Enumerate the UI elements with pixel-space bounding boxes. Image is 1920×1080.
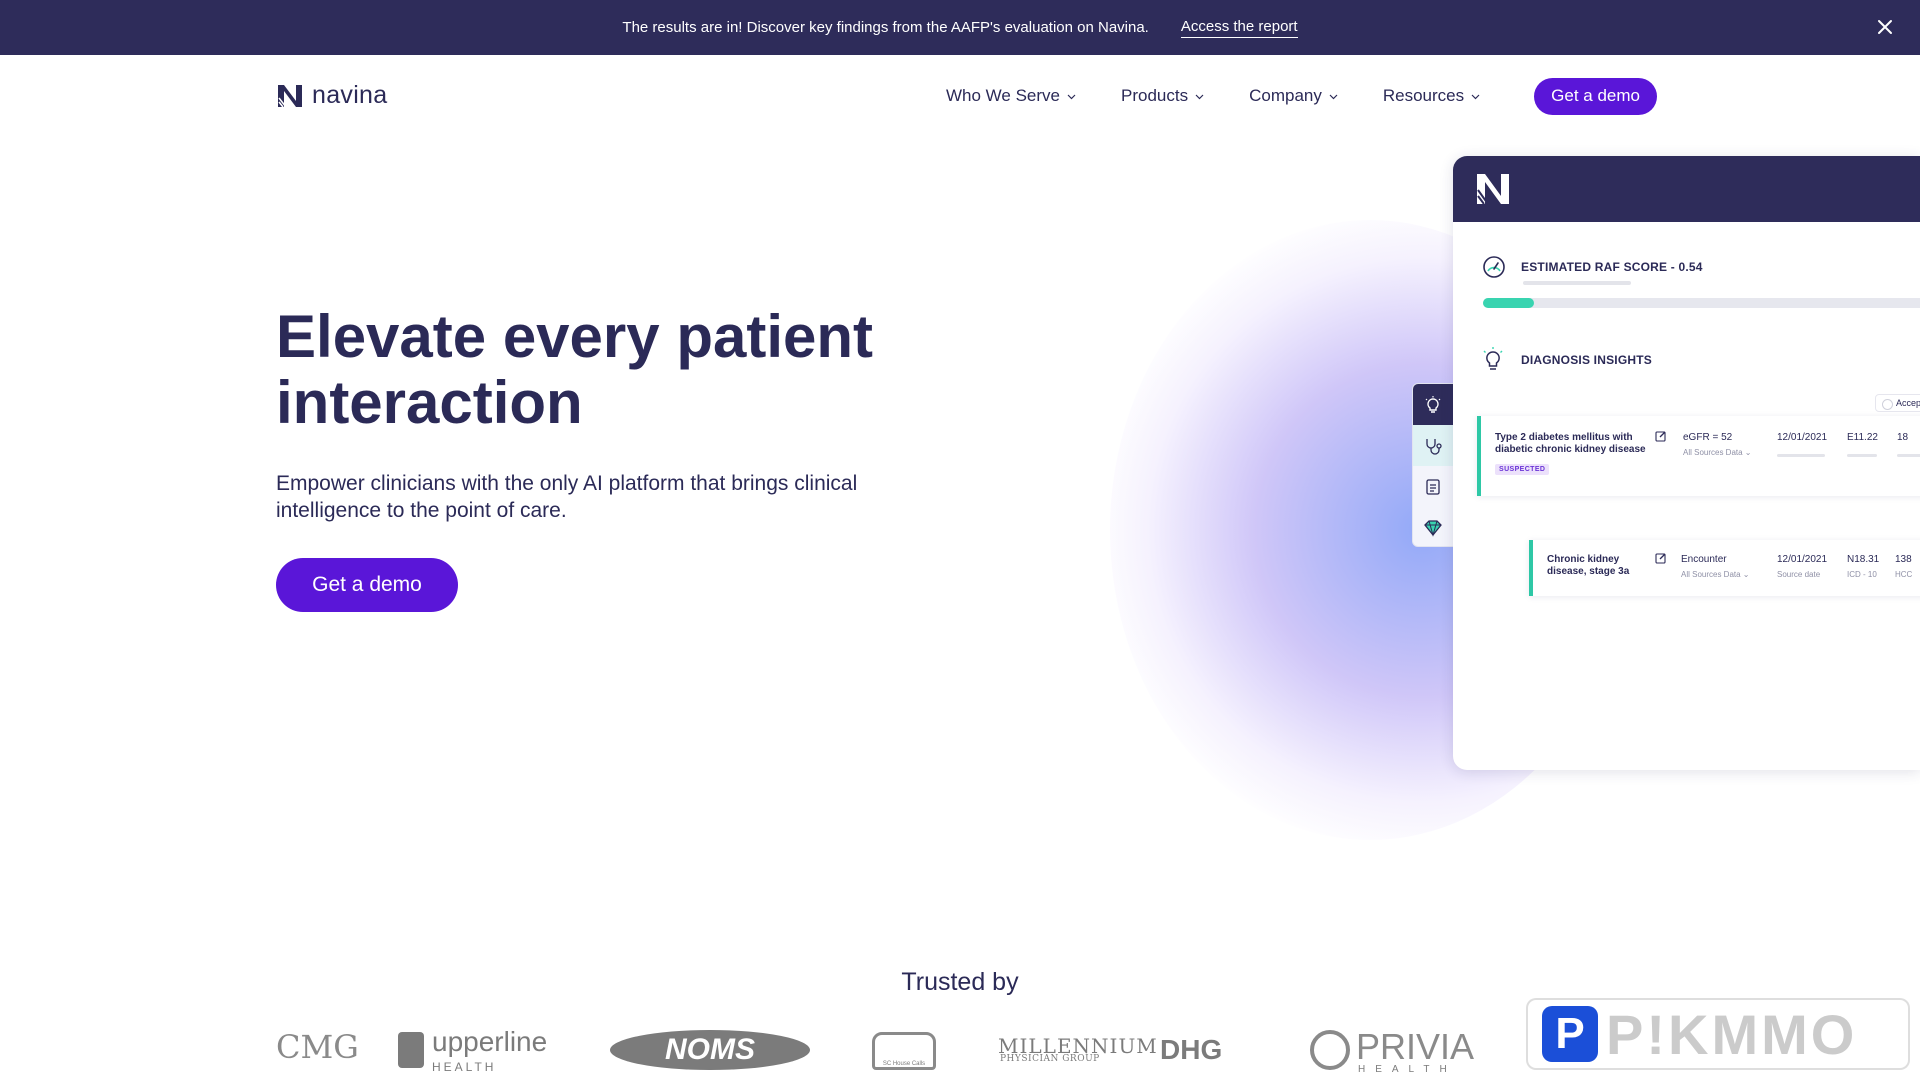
side-tab-insights[interactable] [1413, 384, 1453, 425]
diagnosis-row[interactable]: Chronic kidney disease, stage 3a Encount… [1529, 540, 1920, 596]
logo-dhg: DHG [1160, 1034, 1223, 1065]
raf-progress-fill [1483, 298, 1534, 308]
logo-privia-health: HEALTH [1358, 1064, 1457, 1075]
raf-score-label: ESTIMATED RAF SCORE - 0.54 [1521, 260, 1703, 274]
chevron-down-icon [1471, 94, 1480, 99]
accept-checkbox[interactable]: Accep [1875, 394, 1920, 412]
lightbulb-icon [1483, 347, 1503, 370]
lab-value: eGFR = 52 [1683, 432, 1733, 443]
logo-wordmark: navina [312, 81, 388, 109]
icd-code: N18.31 [1847, 554, 1880, 565]
raf-progress-track [1483, 298, 1920, 308]
edit-icon[interactable] [1655, 552, 1667, 564]
announcement-bar: The results are in! Discover key finding… [0, 0, 1920, 55]
get-demo-header-button[interactable]: Get a demo [1534, 77, 1657, 115]
diagnosis-insights-label: DIAGNOSIS INSIGHTS [1521, 353, 1652, 367]
icd-label: ICD - 10 [1847, 570, 1877, 579]
diagnosis-insights-section: DIAGNOSIS INSIGHTS [1481, 346, 1652, 374]
logo-millennium-sub: PHYSICIAN GROUP [1000, 1054, 1100, 1064]
chevron-down-icon [1067, 94, 1076, 99]
diagnosis-date: 12/01/2021 [1777, 432, 1828, 443]
document-icon [1426, 478, 1440, 495]
source-dropdown[interactable]: All Sources Data ⌄ [1683, 448, 1752, 457]
source-date-label: Source date [1777, 570, 1821, 579]
diagnosis-title: Chronic kidney disease, stage 3a [1547, 554, 1630, 577]
close-icon[interactable] [1874, 16, 1896, 38]
side-tab-quality[interactable] [1413, 507, 1453, 546]
nav-products[interactable]: Products [1121, 86, 1205, 106]
nav-company[interactable]: Company [1249, 86, 1339, 106]
hero-subtitle: Empower clinicians with the only AI plat… [276, 472, 858, 522]
chevron-down-icon [1195, 94, 1204, 99]
lightbulb-icon [1425, 395, 1441, 413]
watermark-text: P!KMMO [1606, 1002, 1858, 1066]
source-dropdown[interactable]: All Sources Data ⌄ [1681, 570, 1750, 579]
stethoscope-icon [1426, 438, 1442, 455]
logo-upperline: upperline [432, 1026, 548, 1057]
main-nav: Who We Serve Products Company Resources … [946, 77, 1657, 115]
nav-label: Resources [1382, 86, 1465, 105]
access-report-link[interactable]: Access the report [1180, 18, 1298, 38]
side-tab-clinical[interactable] [1413, 425, 1453, 466]
navina-logo[interactable]: navina [276, 81, 387, 110]
card-header [1453, 156, 1920, 222]
diamond-icon [1424, 519, 1442, 537]
icd-code: E11.22 [1847, 432, 1878, 443]
encounter-label: Encounter [1681, 554, 1727, 565]
get-demo-hero-button[interactable]: Get a demo [276, 558, 458, 612]
placeholder-bar [1847, 454, 1877, 457]
suspected-badge: SUSPECTED [1495, 464, 1550, 475]
nav-label: Who We Serve [946, 86, 1061, 105]
placeholder-bar [1897, 454, 1920, 457]
diagnosis-row[interactable]: Type 2 diabetes mellitus with diabetic c… [1477, 416, 1920, 496]
site-header: navina Who We Serve Products Company Res… [0, 55, 1920, 137]
watermark-overlay: P P!KMMO [1526, 998, 1910, 1070]
raf-placeholder-bar [1523, 281, 1631, 285]
raf-score-section: ESTIMATED RAF SCORE - 0.54 [1481, 254, 1703, 280]
diagnosis-date: 12/01/2021 [1777, 554, 1828, 565]
card-side-toolbar [1412, 383, 1454, 547]
edit-icon[interactable] [1655, 430, 1667, 442]
navina-logo-icon [1477, 174, 1509, 205]
logo-sc-house-calls-mark: SC House Calls [872, 1032, 936, 1070]
side-tab-notes[interactable] [1413, 466, 1453, 507]
logo-sc-house-calls: SC House Calls [882, 1061, 926, 1067]
hcc-label: HCC [1895, 570, 1913, 579]
product-preview-card: ESTIMATED RAF SCORE - 0.54 DIAGNOSIS INS… [1453, 156, 1920, 770]
watermark-p-icon: P [1542, 1006, 1598, 1062]
nav-who-we-serve[interactable]: Who We Serve [946, 86, 1077, 106]
nav-resources[interactable]: Resources [1383, 86, 1481, 106]
logo-noms-oval: NOMS [610, 1030, 810, 1070]
logo-upperline-health: HEALTH [432, 1060, 497, 1074]
placeholder-bar [1777, 454, 1825, 457]
hcc-value: 138 [1895, 554, 1912, 565]
logo-cmg: CMG [276, 1028, 359, 1066]
diagnosis-title: Type 2 diabetes mellitus with diabetic c… [1495, 432, 1646, 455]
hcc-value: 18 [1897, 432, 1909, 443]
logo-privia: PRIVIA [1356, 1026, 1475, 1067]
navina-logo-icon [278, 84, 302, 107]
upperline-mark [398, 1032, 424, 1068]
nav-label: Company [1249, 86, 1322, 105]
privia-mark [1310, 1030, 1350, 1070]
chevron-down-icon [1329, 94, 1338, 99]
nav-label: Products [1121, 86, 1189, 105]
trusted-by-heading: Trusted by [901, 968, 1019, 996]
logo-noms: NOMS [665, 1033, 755, 1066]
gauge-icon [1483, 256, 1505, 278]
hero-title: Elevate every patient interaction [276, 303, 873, 436]
announcement-message: The results are in! Discover key finding… [622, 19, 1149, 36]
